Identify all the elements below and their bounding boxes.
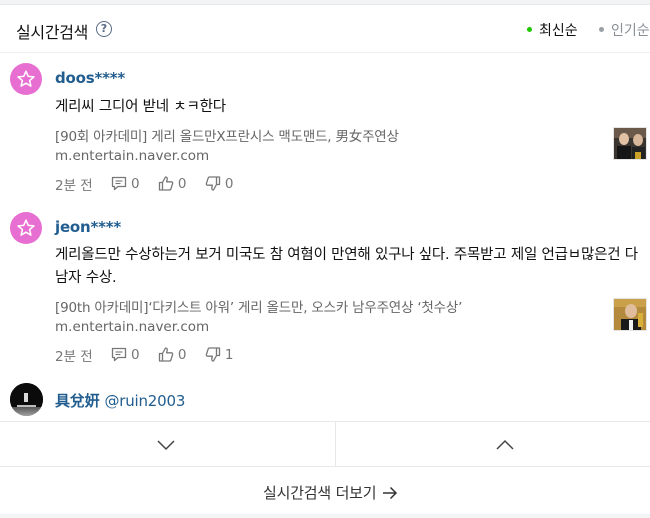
thumbs-up-icon	[158, 346, 174, 362]
sort-popular-tab[interactable]: 인기순	[599, 20, 650, 40]
pager	[0, 421, 650, 468]
sort-popular-label: 인기순	[611, 23, 650, 39]
like-button[interactable]: 0	[158, 346, 187, 363]
news-url-link[interactable]: m.entertain.naver.com	[55, 148, 209, 164]
comment-meta: 2분 전 0 0 0	[55, 174, 247, 194]
realtime-search-panel: 실시간검색 ? 최신순 인기순 doos**** 게리씨 그디어 받네 ㅊㅋ한다…	[0, 4, 650, 514]
sort-latest-tab[interactable]: 최신순	[527, 20, 578, 40]
dislike-count: 1	[224, 347, 234, 363]
username-link[interactable]: jeon****	[55, 218, 121, 236]
thumbs-up-icon	[158, 175, 174, 191]
avatar[interactable]	[10, 212, 42, 244]
selected-dot-icon	[527, 26, 532, 32]
panel-title: 실시간검색	[16, 23, 89, 42]
reply-count: 0	[131, 176, 140, 192]
reply-count: 0	[131, 347, 140, 363]
chevron-down-icon	[157, 440, 175, 451]
sort-latest-label: 최신순	[539, 23, 578, 39]
thumbs-down-icon	[205, 175, 220, 191]
reply-icon	[111, 176, 127, 190]
comment-time: 2분 전	[55, 178, 93, 194]
avatar[interactable]	[10, 63, 42, 95]
comment-meta: 2분 전 0 0 1	[55, 345, 247, 365]
comment-text: 게리올드만 수상하는거 보거 미국도 참 여혐이 만연해 있구나 싶다. 주목받…	[55, 247, 638, 286]
dot-icon	[599, 26, 604, 32]
like-count: 0	[177, 176, 187, 192]
reply-button[interactable]: 0	[111, 176, 140, 192]
thumbs-down-icon	[205, 346, 220, 362]
dislike-count: 0	[224, 176, 234, 192]
panel-header: 실시간검색 ? 최신순 인기순	[0, 5, 650, 53]
more-link[interactable]: 실시간검색 더보기	[263, 482, 398, 503]
more-label: 실시간검색 더보기	[263, 484, 377, 502]
like-count: 0	[177, 347, 187, 363]
star-icon	[17, 70, 35, 87]
news-title-link[interactable]: [90회 아카데미] 게리 올드만X프란시스 맥도맨드, 男女주연상	[55, 125, 399, 145]
dislike-button[interactable]: 0	[205, 175, 234, 192]
reply-button[interactable]: 0	[111, 347, 140, 363]
arrow-right-icon	[383, 486, 398, 499]
star-icon	[17, 219, 35, 236]
reply-icon	[111, 347, 127, 361]
username-link[interactable]: doos****	[55, 69, 125, 87]
news-thumbnail[interactable]	[613, 127, 647, 160]
scroll-up-button[interactable]	[335, 422, 650, 468]
news-url-link[interactable]: m.entertain.naver.com	[55, 319, 209, 335]
news-thumbnail[interactable]	[613, 298, 647, 331]
scroll-down-button[interactable]	[10, 422, 335, 468]
comment-text: 게리씨 그디어 받네 ㅊㅋ한다	[55, 99, 226, 115]
chevron-up-icon	[496, 439, 514, 450]
comment-time: 2분 전	[55, 349, 93, 365]
news-title-link[interactable]: [90th 아카데미]‘다키스트 아워’ 게리 올드만, 오스카 남우주연상 ‘…	[55, 296, 462, 316]
dislike-button[interactable]: 1	[205, 346, 234, 363]
like-button[interactable]: 0	[158, 175, 187, 192]
help-icon[interactable]: ?	[96, 21, 112, 37]
more-button[interactable]: 실시간검색 더보기	[0, 467, 650, 514]
